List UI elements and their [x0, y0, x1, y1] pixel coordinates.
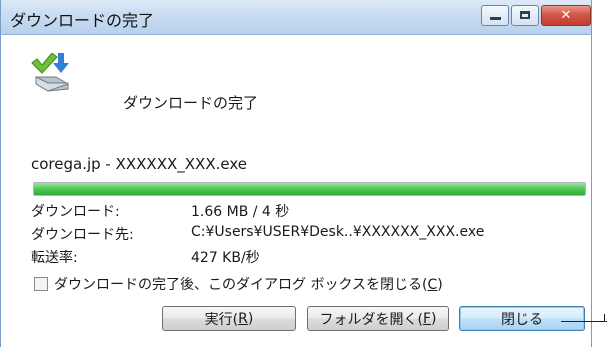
dialog-content: ダウンロードの完了 corega.jp - XXXXXX_XXX.exe ダウン… — [1, 35, 591, 347]
close-on-complete-checkbox[interactable] — [34, 277, 48, 291]
close-icon: ✕ — [560, 8, 572, 23]
destination-label: ダウンロード先: — [31, 227, 134, 243]
maximize-button[interactable] — [511, 5, 539, 26]
transfer-rate-label: 転送率: — [31, 250, 78, 266]
title-bar[interactable]: ダウンロードの完了 ✕ — [1, 0, 591, 35]
maximize-icon — [520, 11, 530, 19]
close-on-complete-label[interactable]: ダウンロードの完了後、このダイアログ ボックスを閉じる(C) — [54, 274, 443, 294]
download-complete-icon — [30, 52, 74, 95]
destination-value: C:¥Users¥USER¥Desk..¥XXXXXX_XXX.exe — [191, 224, 485, 240]
transfer-rate-value: 427 KB/秒 — [191, 250, 260, 266]
downloaded-label: ダウンロード: — [31, 204, 120, 220]
progress-bar — [33, 182, 586, 196]
close-button[interactable]: 閉じる — [459, 306, 585, 331]
progress-fill — [34, 183, 585, 195]
open-folder-button[interactable]: フォルダを開く(F) — [307, 306, 449, 331]
minimize-icon — [490, 17, 501, 20]
file-name: corega.jp - XXXXXX_XXX.exe — [31, 155, 247, 173]
run-button[interactable]: 実行(R) — [162, 306, 296, 331]
callout-tick — [604, 314, 605, 322]
completion-message: ダウンロードの完了 — [123, 94, 259, 112]
downloaded-value: 1.66 MB / 4 秒 — [191, 204, 290, 220]
download-complete-dialog: ダウンロードの完了 ✕ ダウンロードの完了 corega.jp - XXXXXX… — [0, 0, 592, 347]
window-title: ダウンロードの完了 — [10, 11, 155, 30]
minimize-button[interactable] — [481, 5, 509, 26]
close-window-button[interactable]: ✕ — [541, 5, 591, 26]
callout-line — [561, 321, 607, 322]
